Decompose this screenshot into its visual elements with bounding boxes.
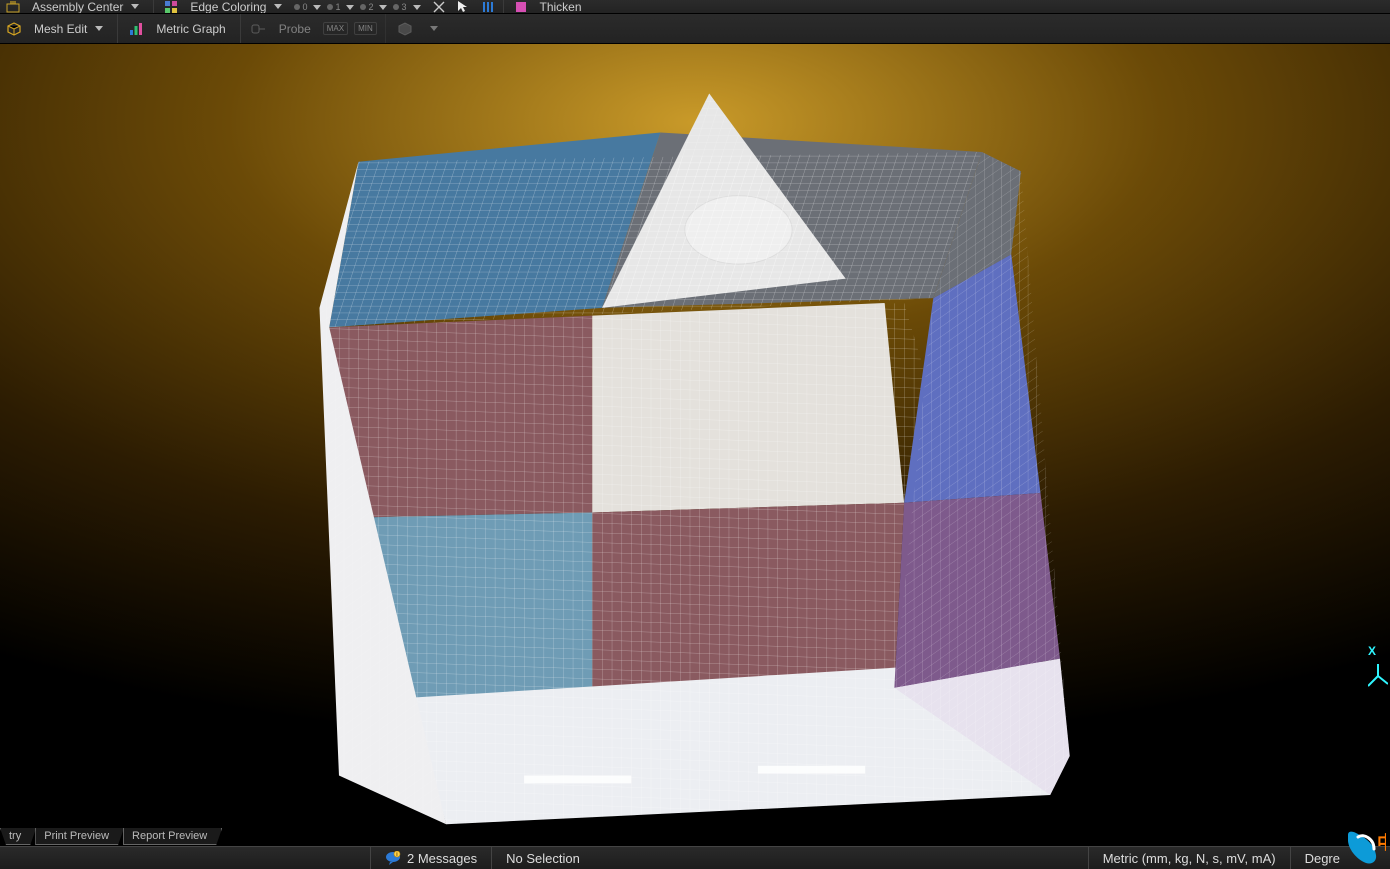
metric-graph-button[interactable]: Metric Graph	[150, 20, 231, 38]
status-messages-label: 2 Messages	[407, 851, 477, 866]
tab-report-preview[interactable]: Report Preview	[123, 828, 222, 845]
triad-icon	[1368, 664, 1388, 688]
status-units[interactable]: Metric (mm, kg, N, s, mV, mA)	[1088, 847, 1290, 869]
group-assembly: Assembly Center	[6, 0, 154, 13]
assembly-center-dropdown[interactable]: Assembly Center	[26, 0, 145, 14]
view-triad[interactable]: X	[1368, 644, 1388, 688]
max-label: MAX	[327, 24, 344, 33]
probe-icon	[251, 22, 267, 36]
probe-button[interactable]: Probe	[273, 20, 317, 38]
toolbar-row-1: Assembly Center Edge Coloring 0 1 2 3 Th…	[0, 0, 1390, 14]
edge-coloring-0[interactable]: 0	[294, 2, 321, 12]
metric-graph-label: Metric Graph	[156, 22, 225, 36]
status-angle[interactable]: Degre	[1290, 847, 1390, 869]
probe-label: Probe	[279, 22, 311, 36]
group-metric-graph: Metric Graph	[128, 14, 240, 43]
group-mesh-edit: Mesh Edit	[6, 14, 118, 43]
max-button[interactable]: MAX	[323, 22, 348, 35]
mesh-edit-label: Mesh Edit	[34, 22, 87, 36]
mesh-svg	[290, 74, 1070, 826]
status-selection-label: No Selection	[506, 851, 580, 866]
status-bar: i 2 Messages No Selection Metric (mm, kg…	[0, 846, 1390, 869]
tab-geometry-label: try	[9, 830, 21, 842]
messages-icon: i	[385, 851, 401, 865]
triad-x-label: X	[1368, 644, 1388, 658]
edge-coloring-dropdown[interactable]: Edge Coloring	[184, 0, 288, 14]
assembly-center-label: Assembly Center	[32, 0, 123, 14]
group-display-style	[396, 14, 452, 43]
min-button[interactable]: MIN	[354, 22, 377, 35]
edge-coloring-icon	[164, 0, 178, 14]
edge-coloring-label: Edge Coloring	[190, 0, 266, 14]
cursor-arrow-icon[interactable]	[455, 0, 469, 14]
tab-geometry[interactable]: try	[0, 828, 36, 845]
status-spacer	[0, 847, 370, 869]
status-angle-label: Degre	[1305, 851, 1340, 866]
edge-coloring-0-label: 0	[302, 2, 307, 12]
bars-icon[interactable]	[481, 0, 495, 14]
thicken-icon	[514, 0, 528, 14]
cross-icon[interactable]	[433, 1, 445, 13]
edge-coloring-1[interactable]: 1	[327, 2, 354, 12]
status-messages[interactable]: i 2 Messages	[370, 847, 491, 869]
tab-print-preview[interactable]: Print Preview	[35, 828, 124, 845]
mesh-model[interactable]	[290, 74, 1070, 826]
edge-coloring-2[interactable]: 2	[360, 2, 387, 12]
status-selection: No Selection	[491, 847, 1088, 869]
display-style-dropdown[interactable]	[420, 24, 444, 33]
display-style-icon	[396, 21, 414, 37]
thicken-button[interactable]: Thicken	[534, 0, 588, 14]
thicken-label: Thicken	[540, 0, 582, 14]
tab-print-preview-label: Print Preview	[44, 830, 109, 842]
toolbar-row-2: Mesh Edit Metric Graph Probe MAX MIN	[0, 14, 1390, 44]
tab-report-preview-label: Report Preview	[132, 830, 207, 842]
assembly-center-icon	[6, 0, 20, 14]
metric-graph-icon	[128, 21, 144, 37]
view-tabs: try Print Preview Report Preview	[0, 826, 1390, 846]
edge-coloring-1-label: 1	[335, 2, 340, 12]
mesh-edit-dropdown[interactable]: Mesh Edit	[28, 20, 109, 38]
group-thicken: Thicken	[514, 0, 596, 13]
group-edge-coloring: Edge Coloring 0 1 2 3	[164, 0, 503, 13]
viewport-3d[interactable]: X	[0, 44, 1390, 826]
edge-coloring-2-label: 2	[368, 2, 373, 12]
edge-coloring-3-label: 3	[401, 2, 406, 12]
mesh-edit-icon	[6, 21, 22, 37]
min-label: MIN	[358, 24, 373, 33]
status-units-label: Metric (mm, kg, N, s, mV, mA)	[1103, 851, 1276, 866]
group-probe: Probe MAX MIN	[251, 14, 386, 43]
edge-coloring-3[interactable]: 3	[393, 2, 420, 12]
